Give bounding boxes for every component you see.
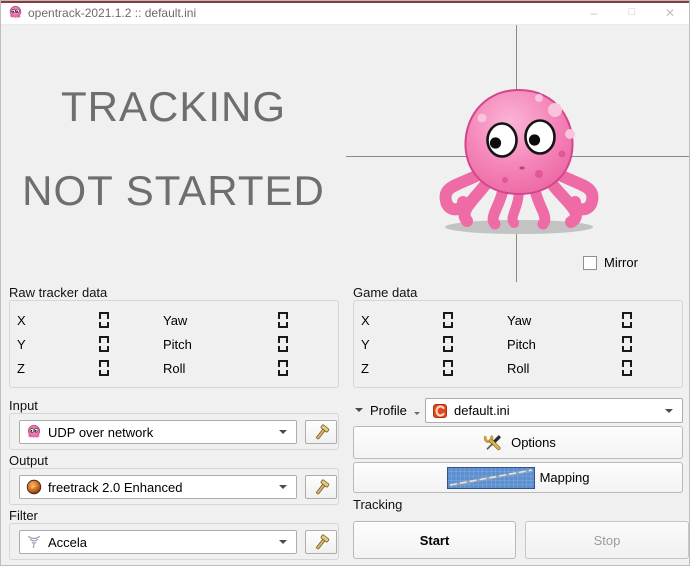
game-x-label: X [361, 313, 443, 328]
profile-menu-button[interactable]: Profile [351, 398, 424, 422]
raw-pitch-value-placeholder [278, 336, 288, 352]
profile-combobox[interactable]: default.ini [425, 398, 683, 423]
raw-tracker-data-title: Raw tracker data [9, 285, 107, 300]
game-yaw-value-placeholder [622, 312, 632, 328]
profile-selected-value: default.ini [454, 403, 510, 418]
game-roll-value-placeholder [622, 360, 632, 376]
mirror-checkbox[interactable] [583, 256, 597, 270]
raw-y-value-placeholder [99, 336, 109, 352]
chevron-down-icon [279, 430, 287, 434]
stop-button-label: Stop [594, 533, 621, 548]
game-y-label: Y [361, 337, 443, 352]
chevron-down-icon [665, 409, 673, 413]
hammer-icon [313, 424, 330, 441]
freetrack-icon [26, 479, 42, 495]
filter-group: Accela [9, 523, 339, 560]
mirror-label[interactable]: Mirror [604, 255, 638, 270]
raw-tracker-data-grid: X Yaw Y Pitch Z Roll [9, 300, 339, 388]
profile-label: Profile [370, 403, 407, 418]
raw-x-label: X [17, 313, 99, 328]
octopus-app-icon [8, 5, 23, 20]
hammer-icon [313, 534, 330, 551]
client-area: TRACKING NOT STARTED [1, 24, 689, 565]
hammer-icon [313, 479, 330, 496]
output-section-label: Output [9, 453, 48, 468]
octopus-icon [26, 424, 42, 440]
curve-grid-icon [447, 467, 535, 489]
game-pitch-value-placeholder [622, 336, 632, 352]
raw-roll-label: Roll [163, 361, 278, 376]
input-settings-button[interactable] [305, 420, 337, 444]
options-button-label: Options [511, 435, 556, 450]
raw-z-label: Z [17, 361, 99, 376]
title-bar: opentrack-2021.1.2 :: default.ini – □ ✕ [1, 1, 689, 25]
output-group: freetrack 2.0 Enhanced [9, 468, 339, 505]
window-top-edge [1, 1, 689, 3]
input-selected-value: UDP over network [48, 425, 153, 440]
start-button[interactable]: Start [353, 521, 516, 559]
tracking-status-line2: NOT STARTED [1, 167, 346, 215]
options-button[interactable]: Options [353, 426, 683, 459]
raw-x-value-placeholder [99, 312, 109, 328]
menu-arrow-icon [355, 408, 363, 412]
input-section-label: Input [9, 398, 38, 413]
input-combobox[interactable]: UDP over network [19, 420, 297, 444]
output-settings-button[interactable] [305, 475, 337, 499]
stop-button[interactable]: Stop [525, 521, 689, 559]
game-data-title: Game data [353, 285, 417, 300]
filter-selected-value: Accela [48, 535, 87, 550]
game-z-label: Z [361, 361, 443, 376]
tracking-section-label: Tracking [353, 497, 402, 512]
filter-combobox[interactable]: Accela [19, 530, 297, 554]
octopus-mascot-image [419, 84, 619, 236]
chevron-down-icon [414, 412, 420, 415]
game-data-grid: X Yaw Y Pitch Z Roll [353, 300, 683, 388]
opentrack-window: opentrack-2021.1.2 :: default.ini – □ ✕ … [0, 0, 690, 566]
tracking-status-line1: TRACKING [1, 83, 346, 131]
chevron-down-icon [279, 485, 287, 489]
game-z-value-placeholder [443, 360, 453, 376]
output-selected-value: freetrack 2.0 Enhanced [48, 480, 182, 495]
game-pitch-label: Pitch [507, 337, 622, 352]
mirror-control: Mirror [583, 255, 638, 270]
window-controls: – □ ✕ [575, 1, 689, 24]
game-roll-label: Roll [507, 361, 622, 376]
profile-file-icon [432, 403, 448, 419]
raw-pitch-label: Pitch [163, 337, 278, 352]
window-title: opentrack-2021.1.2 :: default.ini [28, 6, 196, 20]
tools-icon [480, 430, 506, 456]
maximize-button[interactable]: □ [613, 1, 651, 24]
minimize-button[interactable]: – [575, 1, 613, 24]
game-y-value-placeholder [443, 336, 453, 352]
game-x-value-placeholder [443, 312, 453, 328]
close-button[interactable]: ✕ [651, 1, 689, 24]
mapping-button-label: Mapping [540, 470, 590, 485]
raw-roll-value-placeholder [278, 360, 288, 376]
raw-yaw-value-placeholder [278, 312, 288, 328]
chevron-down-icon [279, 540, 287, 544]
filter-settings-button[interactable] [305, 530, 337, 554]
raw-z-value-placeholder [99, 360, 109, 376]
output-combobox[interactable]: freetrack 2.0 Enhanced [19, 475, 297, 499]
mapping-button[interactable]: Mapping [353, 462, 683, 493]
filter-section-label: Filter [9, 508, 38, 523]
raw-yaw-label: Yaw [163, 313, 278, 328]
input-group: UDP over network [9, 413, 339, 450]
funnel-icon [26, 534, 42, 550]
game-yaw-label: Yaw [507, 313, 622, 328]
start-button-label: Start [420, 533, 450, 548]
raw-y-label: Y [17, 337, 99, 352]
